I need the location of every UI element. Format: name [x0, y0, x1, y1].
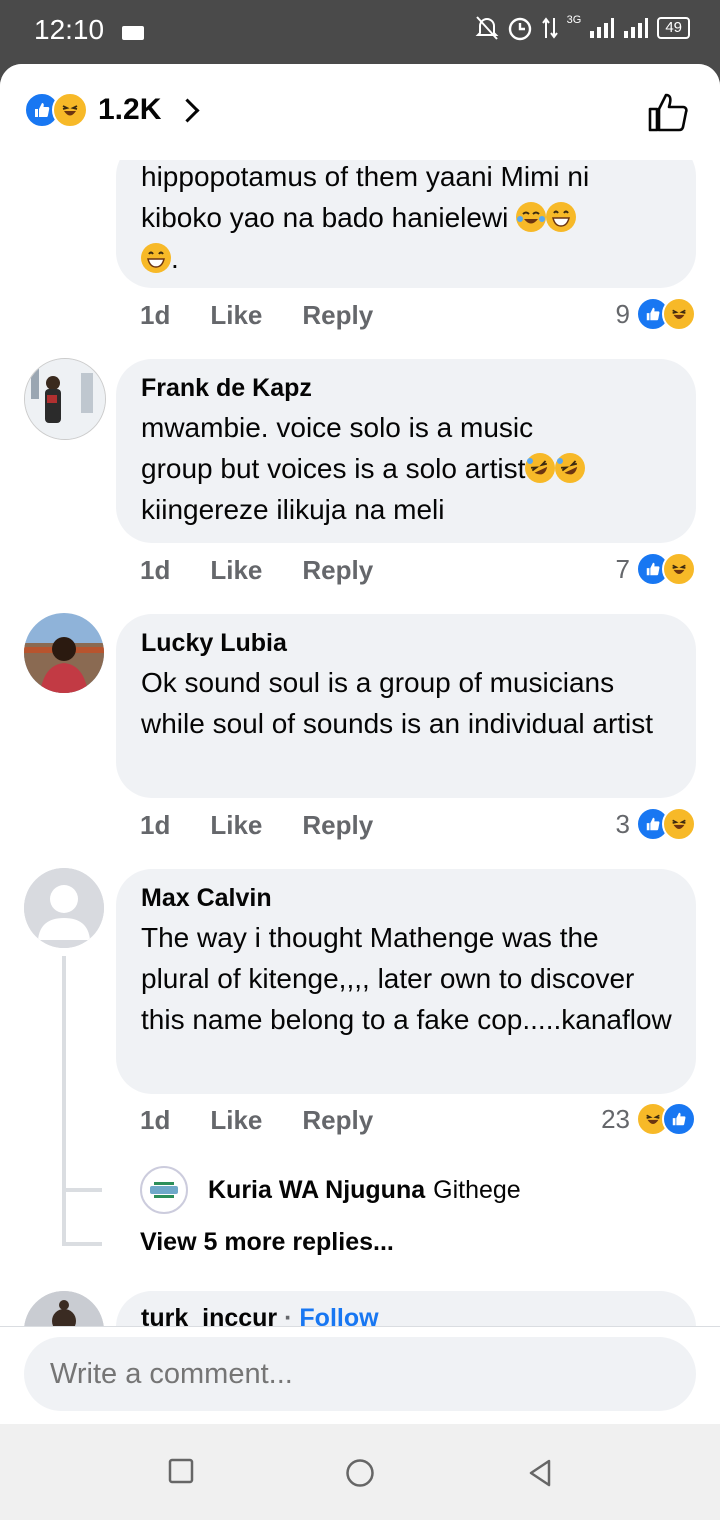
reply-button[interactable]: Reply [302, 1105, 373, 1136]
comment-bubble: Frank de Kapz mwambie. voice solo is a m… [116, 359, 696, 543]
haha-icon [52, 92, 88, 128]
view-more-replies-link[interactable]: View 5 more replies... [140, 1228, 394, 1257]
like-button[interactable]: Like [210, 555, 262, 586]
comment-reactions[interactable]: 3 [616, 807, 696, 841]
signal-icon-2 [624, 18, 649, 38]
reaction-number: 23 [601, 1103, 630, 1134]
comment-actions: 1d Like Reply [140, 300, 413, 331]
thread-connector [62, 1188, 102, 1192]
status-bar: 12:10 3G 49 [0, 0, 720, 64]
avatar[interactable] [24, 868, 104, 948]
comment-text: Ok sound soul is a group of musicians wh… [141, 667, 654, 739]
haha-icon [662, 807, 696, 841]
comment-author-row: turk_inccur · Follow [141, 1303, 672, 1326]
comment-actions: 1d Like Reply [140, 555, 413, 586]
reply-author: Kuria WA Njuguna [208, 1175, 426, 1204]
reaction-number: 9 [615, 298, 630, 329]
reaction-count: 1.2K [98, 93, 162, 126]
avatar[interactable] [24, 358, 106, 440]
haha-icon [662, 297, 696, 331]
comment-bubble: turk_inccur · Follow [116, 1291, 696, 1326]
message-notification-icon [122, 26, 144, 40]
like-icon [662, 1102, 696, 1136]
reactions-header: 1.2K [0, 64, 720, 160]
comment-author[interactable]: turk_inccur [141, 1304, 277, 1326]
status-icons: 3G 49 [475, 14, 690, 41]
avatar[interactable] [24, 613, 104, 693]
follow-button[interactable]: Follow [299, 1304, 378, 1326]
comment-author[interactable]: Max Calvin [141, 883, 672, 913]
reaction-number: 7 [615, 553, 630, 584]
comment-text: The way i thought Mathenge was the plura… [141, 922, 672, 1035]
comment-text-line: group but voices is a solo artist [141, 448, 672, 489]
rolling-laughing-emoji-icon [525, 453, 556, 483]
comment-bubble: Max Calvin The way i thought Mathenge wa… [116, 869, 696, 1094]
comment-actions: 1d Like Reply [140, 1105, 413, 1136]
comment-bubble: Lucky Lubia Ok sound soul is a group of … [116, 614, 696, 798]
comment-time[interactable]: 1d [140, 1105, 170, 1136]
comment-reactions[interactable]: 7 [616, 552, 696, 586]
comment-input[interactable] [48, 1356, 672, 1392]
comment-author[interactable]: Frank de Kapz [141, 373, 672, 403]
reaction-summary[interactable]: 1.2K [24, 92, 200, 128]
comments-sheet: 1.2K hippopotamus of them yaani Mimi ni … [0, 64, 720, 1424]
comment-bubble: hippopotamus of them yaani Mimi ni kibok… [116, 160, 696, 288]
home-button[interactable] [345, 1458, 375, 1488]
reply-button[interactable]: Reply [302, 300, 373, 331]
tears-of-joy-emoji-icon [516, 202, 547, 232]
battery-indicator: 49 [657, 17, 690, 39]
comment-time[interactable]: 1d [140, 300, 170, 331]
comment-reactions[interactable]: 23 [601, 1102, 696, 1136]
comment-text-line: kiboko yao na bado hanielewi [141, 197, 672, 238]
like-button[interactable]: Like [210, 300, 262, 331]
composer-divider [0, 1326, 720, 1327]
reply-button[interactable]: Reply [302, 810, 373, 841]
network-type: 3G [566, 14, 582, 26]
reaction-number: 3 [615, 808, 630, 839]
back-button[interactable] [527, 1458, 553, 1488]
comment-text-line: kiingereze ilikuja na meli [141, 494, 445, 525]
signal-icon-1 [590, 18, 615, 38]
reply-button[interactable]: Reply [302, 555, 373, 586]
data-transfer-icon [541, 17, 558, 39]
haha-icon [662, 552, 696, 586]
thumbs-up-outline-icon[interactable] [646, 90, 690, 134]
comment-time[interactable]: 1d [140, 810, 170, 841]
status-time: 12:10 [34, 14, 105, 45]
chevron-right-icon [175, 97, 200, 123]
comment-text-line: . [141, 238, 672, 279]
rolling-laughing-emoji-icon [555, 453, 586, 483]
comment-text-line: hippopotamus of them yaani Mimi ni [141, 161, 590, 192]
thread-line [62, 1190, 66, 1246]
comment-time[interactable]: 1d [140, 555, 170, 586]
like-button[interactable]: Like [210, 810, 262, 841]
comment-reactions[interactable]: 9 [616, 297, 696, 331]
system-nav-bar [0, 1424, 720, 1520]
mute-bell-icon [475, 16, 499, 40]
comment-actions: 1d Like Reply [140, 810, 413, 841]
comment-author[interactable]: Lucky Lubia [141, 628, 672, 658]
like-button[interactable]: Like [210, 1105, 262, 1136]
grinning-emoji-icon [141, 243, 171, 273]
comment-composer[interactable] [24, 1337, 696, 1411]
alarm-icon [508, 17, 531, 41]
comment-text-line: mwambie. voice solo is a music [141, 412, 534, 443]
grinning-emoji-icon [546, 202, 577, 232]
thread-line [62, 956, 66, 1196]
reply-preview[interactable]: Kuria WA Njuguna Githege [140, 1166, 521, 1214]
thread-connector [62, 1242, 102, 1246]
comments-list: hippopotamus of them yaani Mimi ni kibok… [0, 160, 720, 1326]
reply-text: Githege [433, 1175, 521, 1204]
reply-avatar [140, 1166, 188, 1214]
avatar[interactable] [24, 1291, 104, 1326]
recents-button[interactable] [168, 1458, 194, 1484]
